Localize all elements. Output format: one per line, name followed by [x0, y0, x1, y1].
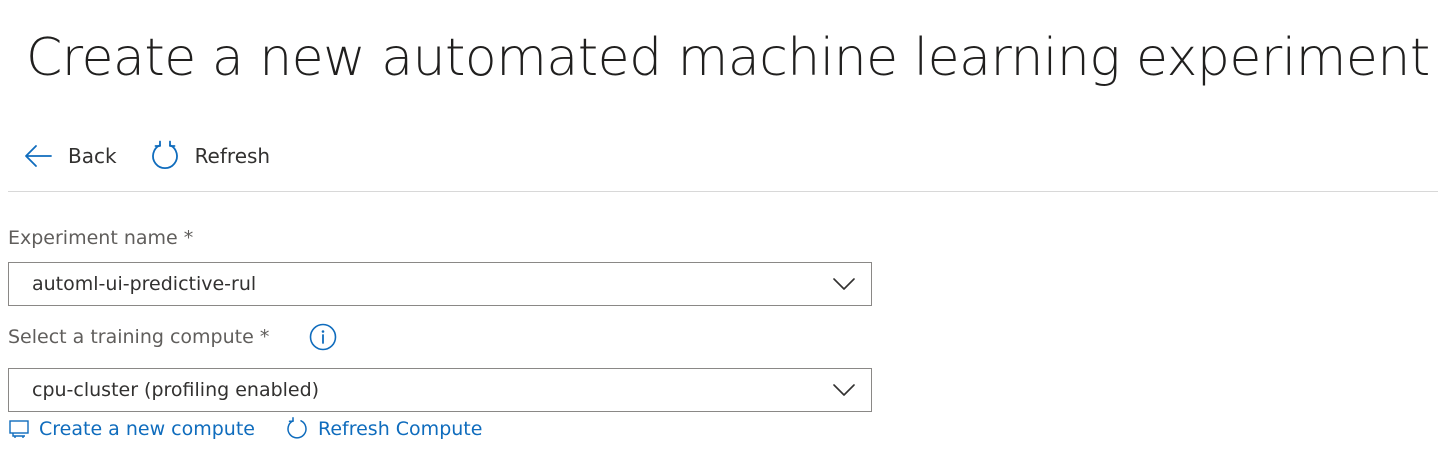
experiment-name-dropdown[interactable]: automl-ui-predictive-rul	[8, 262, 872, 306]
page-title: Create a new automated machine learning …	[26, 28, 1430, 88]
chevron-down-icon	[833, 380, 855, 400]
arrow-left-icon	[22, 140, 54, 172]
training-compute-value: cpu-cluster (profiling enabled)	[32, 379, 320, 401]
refresh-button[interactable]: Refresh	[149, 134, 271, 178]
refresh-label: Refresh	[194, 144, 271, 168]
training-compute-dropdown[interactable]: cpu-cluster (profiling enabled)	[8, 368, 872, 412]
info-icon[interactable]	[309, 323, 337, 351]
training-compute-label: Select a training compute *	[8, 326, 270, 348]
refresh-icon	[149, 140, 181, 172]
experiment-name-value: automl-ui-predictive-rul	[32, 273, 257, 295]
experiment-name-label: Experiment name *	[8, 227, 194, 249]
back-label: Back	[68, 144, 117, 168]
refresh-icon	[285, 417, 309, 441]
command-bar: Back Refresh	[22, 134, 270, 178]
compute-icon	[8, 418, 30, 440]
toolbar-divider	[8, 191, 1438, 192]
refresh-compute-label: Refresh Compute	[318, 418, 483, 440]
create-compute-link[interactable]: Create a new compute	[8, 414, 255, 444]
create-compute-label: Create a new compute	[39, 418, 255, 440]
chevron-down-icon	[833, 274, 855, 294]
back-button[interactable]: Back	[22, 134, 117, 178]
refresh-compute-link[interactable]: Refresh Compute	[285, 414, 482, 444]
